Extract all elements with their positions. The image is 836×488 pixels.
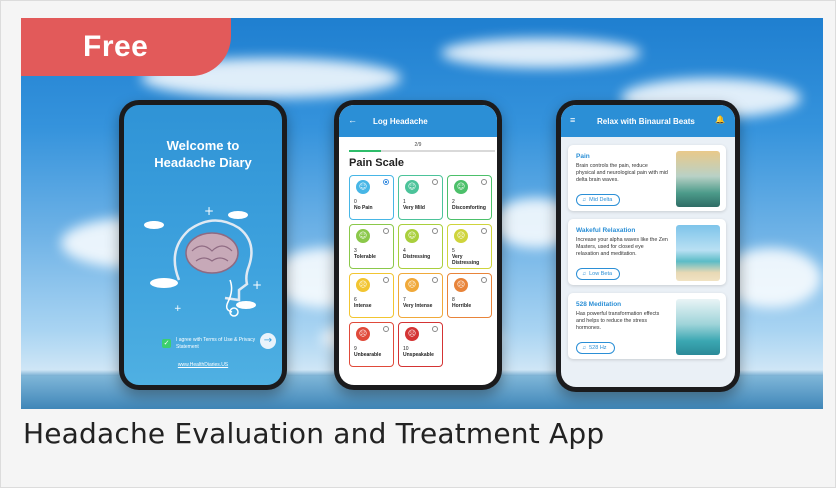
pain-scale-grid: ☺ 0 No Pain ☺ 1 Very Mild ☺ 2 Discomforting ☺ 3 Tol… — [349, 175, 497, 367]
binaural-screen: ≡ Relax with Binaural Beats 🔔 Pain Brain… — [561, 105, 735, 387]
agree-text: I agree with Terms of Use & Privacy Stat… — [176, 337, 256, 350]
pain-option[interactable]: ☹ 7 Very Intense — [398, 273, 443, 318]
face-icon: ☺ — [356, 180, 370, 194]
head-brain-illustration: + + + — [144, 204, 262, 317]
headphones-icon: ♫ — [582, 271, 587, 277]
track-title: Wakeful Relaxation — [576, 227, 636, 234]
radio-button[interactable] — [481, 179, 487, 185]
svg-text:+: + — [174, 304, 182, 314]
face-icon: ☹ — [405, 327, 419, 341]
svg-text:+: + — [252, 278, 262, 292]
radio-button[interactable] — [481, 277, 487, 283]
log-title: Log Headache — [373, 117, 428, 126]
track-desc: Increase your alpha waves like the Zen M… — [576, 237, 668, 257]
website-link[interactable]: www.HealthDiaries.US — [124, 362, 282, 368]
arrow-left-icon[interactable]: ← — [348, 115, 357, 125]
track-chip[interactable]: ♫ 528 Hz — [576, 342, 615, 354]
app-caption[interactable]: Headache Evaluation and Treatment App — [23, 417, 604, 450]
pain-label: Very Distressing — [452, 254, 480, 266]
bell-icon[interactable]: 🔔 — [715, 115, 725, 124]
track-card[interactable]: 528 Meditation Has powerful transformati… — [568, 293, 726, 359]
track-desc: Has powerful transformation effects and … — [576, 311, 660, 331]
radio-button[interactable] — [481, 228, 487, 234]
pain-label: Unspeakable — [403, 352, 434, 358]
mountain-image — [676, 151, 720, 207]
track-chip[interactable]: ♫ Mid Delta — [576, 194, 621, 206]
face-icon: ☺ — [454, 180, 468, 194]
face-icon: ☹ — [356, 278, 370, 292]
track-chip[interactable]: ♫ Low Beta — [576, 268, 621, 280]
next-button[interactable]: → — [260, 333, 276, 349]
binaural-title: Relax with Binaural Beats — [597, 117, 695, 126]
pain-option[interactable]: ☺ 0 No Pain — [349, 175, 394, 220]
headphones-icon: ♫ — [582, 345, 587, 351]
face-icon: ☹ — [454, 229, 468, 243]
radio-button[interactable] — [383, 179, 389, 185]
pain-label: Intense — [354, 303, 372, 309]
face-icon: ☺ — [356, 229, 370, 243]
welcome-title: Welcome to Headache Diary — [124, 137, 282, 171]
phone-log-headache: ← Log Headache 2/9 Pain Scale ☺ 0 No Pain ☺… — [334, 100, 502, 390]
track-title: 528 Meditation — [576, 301, 622, 308]
face-icon: ☹ — [454, 278, 468, 292]
pain-option[interactable]: ☹ 10 Unspeakable — [398, 322, 443, 367]
radio-button[interactable] — [383, 326, 389, 332]
pain-label: Very Mild — [403, 205, 425, 211]
app-card[interactable]: Free Welcome to Headache Diary + + + ✓ I… — [0, 0, 836, 488]
pain-label: Horrible — [452, 303, 472, 309]
headphones-icon: ♫ — [582, 197, 587, 203]
ocean-image — [676, 299, 720, 355]
agree-checkbox[interactable]: ✓ — [162, 339, 171, 348]
pain-label: Discomforting — [452, 205, 486, 211]
radio-button[interactable] — [432, 228, 438, 234]
face-icon: ☹ — [405, 278, 419, 292]
phone-welcome: Welcome to Headache Diary + + + ✓ I agre… — [119, 100, 287, 390]
log-appbar: ← Log Headache — [339, 105, 497, 137]
pain-label: Distressing — [403, 254, 431, 260]
pain-label: Unbearable — [354, 352, 382, 358]
pain-label: Very Intense — [403, 303, 433, 309]
pain-option[interactable]: ☺ 3 Tolerable — [349, 224, 394, 269]
pain-option[interactable]: ☹ 9 Unbearable — [349, 322, 394, 367]
radio-button[interactable] — [383, 277, 389, 283]
radio-button[interactable] — [432, 277, 438, 283]
promo-banner: Free Welcome to Headache Diary + + + ✓ I… — [21, 18, 823, 409]
beach-image — [676, 225, 720, 281]
radio-button[interactable] — [383, 228, 389, 234]
pain-label: Tolerable — [354, 254, 376, 260]
welcome-title-line1: Welcome to — [166, 138, 240, 153]
binaural-appbar: ≡ Relax with Binaural Beats 🔔 — [561, 105, 735, 137]
track-title: Pain — [576, 153, 590, 160]
track-card[interactable]: Pain Brain controls the pain, reduce phy… — [568, 145, 726, 211]
pain-option[interactable]: ☺ 1 Very Mild — [398, 175, 443, 220]
face-icon: ☺ — [405, 180, 419, 194]
pain-option[interactable]: ☺ 4 Distressing — [398, 224, 443, 269]
pain-option[interactable]: ☺ 2 Discomforting — [447, 175, 492, 220]
arrow-right-icon: → — [263, 335, 273, 346]
track-card[interactable]: Wakeful Relaxation Increase your alpha w… — [568, 219, 726, 285]
svg-text:+: + — [204, 204, 214, 218]
pain-label: No Pain — [354, 205, 373, 211]
radio-button[interactable] — [432, 179, 438, 185]
pain-option[interactable]: ☹ 6 Intense — [349, 273, 394, 318]
step-indicator: 2/9 — [414, 142, 422, 148]
welcome-screen: Welcome to Headache Diary + + + ✓ I agre… — [124, 105, 282, 385]
progress-fill — [349, 150, 382, 152]
free-badge: Free — [21, 18, 231, 76]
pain-scale-title: Pain Scale — [349, 157, 405, 169]
phone-binaural: ≡ Relax with Binaural Beats 🔔 Pain Brain… — [556, 100, 740, 392]
track-desc: Brain controls the pain, reduce physical… — [576, 163, 668, 183]
radio-button[interactable] — [432, 326, 438, 332]
face-icon: ☺ — [405, 229, 419, 243]
log-screen: ← Log Headache 2/9 Pain Scale ☺ 0 No Pain ☺… — [339, 105, 497, 385]
welcome-title-line2: Headache Diary — [154, 155, 252, 170]
face-icon: ☹ — [356, 327, 370, 341]
hamburger-icon[interactable]: ≡ — [570, 115, 575, 125]
pain-option[interactable]: ☹ 5 Very Distressing — [447, 224, 492, 269]
progress-bar — [349, 150, 495, 152]
pain-option[interactable]: ☹ 8 Horrible — [447, 273, 492, 318]
